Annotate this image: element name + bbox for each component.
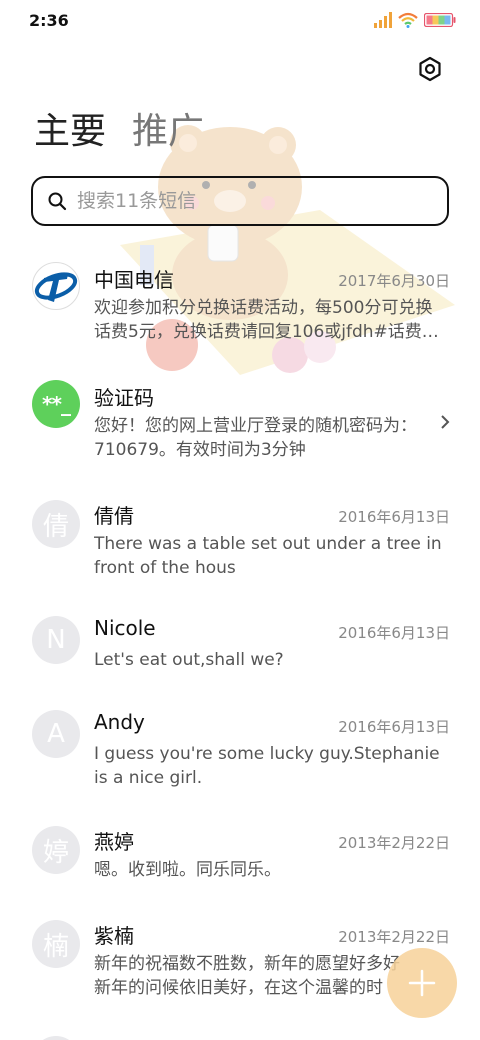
contact-name: 中国电信 bbox=[94, 268, 174, 292]
contact-name: 紫楠 bbox=[94, 924, 134, 948]
status-time: 2:36 bbox=[29, 11, 69, 30]
avatar: 玲 bbox=[32, 1036, 80, 1040]
avatar: **_ bbox=[32, 380, 80, 428]
tab-primary[interactable]: 主要 bbox=[34, 110, 106, 154]
message-date: 2016年6月13日 bbox=[338, 718, 450, 736]
chevron-right-icon[interactable] bbox=[438, 414, 452, 430]
avatar: 楠 bbox=[32, 920, 80, 968]
contact-name: 验证码 bbox=[94, 386, 154, 410]
preview-line: 嗯。收到啦。同乐同乐。 bbox=[94, 860, 281, 880]
avatar: 婷 bbox=[32, 826, 80, 874]
search-input[interactable] bbox=[77, 190, 417, 212]
contact-name: 倩倩 bbox=[94, 504, 134, 528]
message-preview: There was a table set out under a tree i… bbox=[94, 532, 446, 580]
contact-name: Nicole bbox=[94, 616, 156, 640]
wifi-icon bbox=[398, 12, 418, 28]
preview-line: 710679。有效时间为3分钟 bbox=[94, 440, 306, 460]
message-date: 2013年2月22日 bbox=[338, 928, 450, 946]
china-telecom-logo-icon bbox=[34, 272, 78, 302]
conversation-item[interactable]: 婷 燕婷 2013年2月22日 嗯。收到啦。同乐同乐。 bbox=[0, 810, 480, 904]
preview-line: is a nice girl. bbox=[94, 768, 203, 788]
contact-name: 子玲 bbox=[94, 1036, 134, 1040]
conversation-item[interactable]: **_ 验证码 您好！您的网上营业厅登录的随机密码为： 710679。有效时间为… bbox=[0, 366, 480, 484]
search-box[interactable] bbox=[31, 176, 449, 226]
preview-line: There was a table set out under a tree i… bbox=[94, 534, 442, 554]
conversation-item[interactable]: 玲 子玲 bbox=[0, 1020, 480, 1040]
preview-line: I guess you're some lucky guy.Stephanie bbox=[94, 744, 440, 764]
message-preview: Let's eat out,shall we? bbox=[94, 648, 446, 672]
conversation-item[interactable]: N Nicole 2016年6月13日 Let's eat out,shall … bbox=[0, 600, 480, 694]
plus-icon bbox=[408, 969, 436, 997]
contact-name: 燕婷 bbox=[94, 830, 134, 854]
new-message-button[interactable] bbox=[387, 948, 457, 1018]
message-date: 2017年6月30日 bbox=[338, 272, 450, 290]
settings-hexagon-icon bbox=[419, 56, 441, 82]
conversation-item[interactable]: 倩 倩倩 2016年6月13日 There was a table set ou… bbox=[0, 484, 480, 600]
message-preview: 欢迎参加积分兑换话费活动，每500分可兑换 话费5元，兑换话费请回复106或jf… bbox=[94, 296, 446, 344]
conversation-item[interactable]: 中国电信 2017年6月30日 欢迎参加积分兑换话费活动，每500分可兑换 话费… bbox=[0, 248, 480, 366]
contact-name: Andy bbox=[94, 710, 145, 734]
search-icon bbox=[48, 192, 67, 211]
settings-button[interactable] bbox=[414, 53, 446, 85]
avatar: 倩 bbox=[32, 500, 80, 548]
conversation-item[interactable]: A Andy 2016年6月13日 I guess you're some lu… bbox=[0, 694, 480, 810]
message-preview: 嗯。收到啦。同乐同乐。 bbox=[94, 858, 446, 882]
tab-promotions[interactable]: 推广 bbox=[132, 110, 204, 154]
preview-line: 您好！您的网上营业厅登录的随机密码为： bbox=[94, 416, 417, 436]
message-date: 2016年6月13日 bbox=[338, 508, 450, 526]
battery-icon bbox=[424, 13, 456, 27]
conversation-list: 中国电信 2017年6月30日 欢迎参加积分兑换话费活动，每500分可兑换 话费… bbox=[0, 248, 480, 1040]
preview-line: Let's eat out,shall we? bbox=[94, 650, 284, 670]
message-preview: 您好！您的网上营业厅登录的随机密码为： 710679。有效时间为3分钟 bbox=[94, 414, 430, 462]
message-date: 2013年2月22日 bbox=[338, 834, 450, 852]
preview-line: 话费5元，兑换话费请回复106或jfdh#话费… bbox=[94, 322, 439, 342]
status-icons bbox=[374, 11, 456, 29]
status-bar: 2:36 bbox=[0, 0, 480, 40]
preview-line: 欢迎参加积分兑换话费活动，每500分可兑换 bbox=[94, 298, 433, 318]
preview-line: front of the hous bbox=[94, 558, 236, 578]
message-preview: I guess you're some lucky guy.Stephanie … bbox=[94, 742, 446, 790]
message-date: 2016年6月13日 bbox=[338, 624, 450, 642]
avatar bbox=[32, 262, 80, 310]
avatar: A bbox=[32, 710, 80, 758]
avatar: N bbox=[32, 616, 80, 664]
signal-icon bbox=[374, 12, 392, 28]
